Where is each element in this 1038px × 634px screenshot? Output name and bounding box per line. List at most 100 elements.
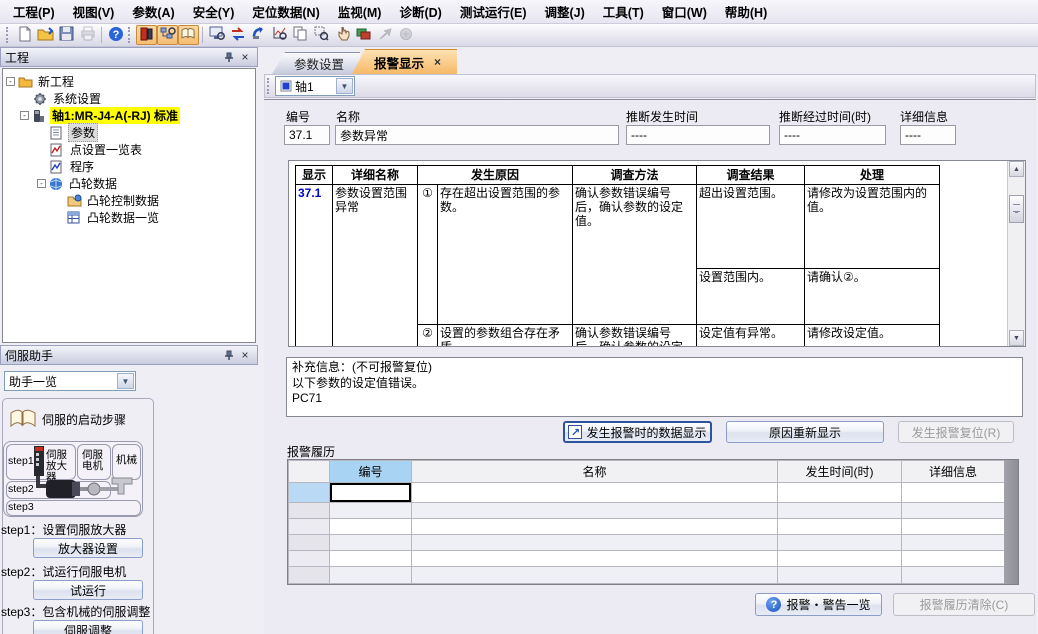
graph-button[interactable] — [269, 25, 290, 45]
collapse-icon[interactable]: - — [37, 179, 46, 188]
axis-toolbar-grip[interactable] — [267, 78, 271, 94]
pointer-tool-button[interactable] — [374, 25, 395, 45]
menu-monitor[interactable]: 监视(M) — [329, 0, 391, 24]
menu-diagnosis[interactable]: 诊断(D) — [390, 0, 450, 24]
servo-assistant-panel: 伺服助手 × 助手一览 ▼ 伺服的启动步骤 step1 step2 step3 … — [0, 345, 258, 634]
project-panel: 工程 × - 新工程 系统设置 - 轴1:MR-J4-A(-RJ) 标准 — [0, 47, 258, 345]
program-icon — [50, 160, 65, 174]
pin-icon[interactable] — [221, 50, 237, 64]
close-panel-icon[interactable]: × — [237, 348, 253, 362]
test-run-button[interactable]: 试运行 — [33, 580, 143, 600]
history-row — [289, 519, 1005, 535]
alarm-table-scrollbar[interactable]: ▲ ▼ — [1007, 161, 1025, 346]
menu-parameter[interactable]: 参数(A) — [123, 0, 183, 24]
tree-item-axis1[interactable]: - 轴1:MR-J4-A(-RJ) 标准 — [3, 107, 255, 124]
graph-search-icon — [272, 26, 288, 44]
project-panel-titlebar: 工程 × — [0, 47, 258, 67]
print-button[interactable] — [77, 25, 98, 45]
row-header[interactable] — [289, 483, 330, 503]
help-button[interactable]: ? — [105, 25, 126, 45]
row-header[interactable] — [289, 535, 330, 551]
save-project-button[interactable] — [56, 25, 77, 45]
alarm-name-field: 参数异常 — [335, 125, 619, 145]
tree-item-program[interactable]: 程序 — [3, 158, 255, 175]
printer-icon — [80, 26, 96, 44]
tree-item-system-settings[interactable]: 系统设置 — [3, 90, 255, 107]
row-header[interactable] — [289, 567, 330, 584]
selected-cell[interactable] — [330, 483, 412, 503]
alarm-reset-button[interactable]: 发生报警复位(R) — [898, 421, 1014, 443]
collapse-icon[interactable]: - — [20, 111, 29, 120]
tab-parameter-setting[interactable]: 参数设置 — [272, 52, 360, 74]
scroll-down-button[interactable]: ▼ — [1009, 330, 1024, 346]
tree-item-cam-data[interactable]: - 凸轮数据 — [3, 175, 255, 192]
tree-item-cam-data-list[interactable]: 凸轮数据一览 — [3, 209, 255, 226]
axis-selector[interactable]: 轴1 ▼ — [275, 76, 355, 96]
pin-icon[interactable] — [221, 348, 237, 362]
menu-adjustment[interactable]: 调整(J) — [536, 0, 594, 24]
menu-safety[interactable]: 安全(Y) — [184, 0, 244, 24]
tree-item-parameters[interactable]: 参数 — [3, 124, 255, 141]
read-write-button[interactable] — [227, 25, 248, 45]
zoom-select-button[interactable] — [311, 25, 332, 45]
amplifier-setting-toggle[interactable] — [136, 25, 157, 45]
menu-view[interactable]: 视图(V) — [64, 0, 124, 24]
detail-info-field: ---- — [900, 125, 956, 145]
monitor-display-button[interactable] — [206, 25, 227, 45]
col-detail-name: 详细名称 — [333, 166, 418, 185]
new-project-button[interactable] — [14, 25, 35, 45]
pan-tool-button[interactable] — [395, 25, 416, 45]
alarm-warning-list-button[interactable]: ? 报警・警告一览 — [755, 593, 882, 616]
axis-rotate-icon — [251, 26, 267, 44]
row-header[interactable] — [289, 519, 330, 535]
history-scrollbar-strip[interactable] — [1004, 460, 1018, 584]
history-corner-header — [289, 461, 330, 483]
collapse-icon[interactable]: - — [6, 77, 15, 86]
tree-item-point-table[interactable]: 点设置一览表 — [3, 141, 255, 158]
menu-help[interactable]: 帮助(H) — [716, 0, 776, 24]
cell-cause2-no: ② — [418, 325, 438, 348]
document-tabbar: 参数设置 报警显示 × — [262, 47, 1038, 74]
project-tree-toggle[interactable] — [157, 25, 178, 45]
help-icon: ? — [108, 26, 124, 45]
scroll-up-button[interactable]: ▲ — [1009, 161, 1024, 177]
cause-redisplay-button[interactable]: 原因重新显示 — [726, 421, 884, 443]
row-header[interactable] — [289, 551, 330, 567]
close-tab-icon[interactable]: × — [434, 55, 441, 69]
tree-item-new-project[interactable]: - 新工程 — [3, 73, 255, 90]
folder-icon — [18, 75, 33, 89]
alarm-display-content: 编号 名称 推断发生时间 推断经过时间(时) 详细信息 37.1 参数异常 --… — [264, 99, 1036, 634]
servo-assistant-toggle[interactable] — [178, 25, 199, 45]
menu-window[interactable]: 窗口(W) — [653, 0, 716, 24]
cell-method2: 确认参数错误编号后，确认参数的设定 — [573, 325, 697, 348]
menu-project[interactable]: 工程(P) — [4, 0, 64, 24]
axis-icon — [280, 80, 292, 92]
amplifier-graphic — [32, 446, 46, 478]
history-clear-button[interactable]: 报警履历清除(C) — [893, 593, 1035, 616]
assistant-dropdown[interactable]: 助手一览 ▼ — [4, 371, 136, 391]
monitor-search-icon — [209, 26, 225, 44]
motor-machine-graphic — [36, 476, 140, 502]
alarm-name-label: 名称 — [336, 108, 360, 125]
menu-positioning-data[interactable]: 定位数据(N) — [243, 0, 328, 24]
toolbar-grip2[interactable] — [128, 27, 132, 43]
tab-alarm-display[interactable]: 报警显示 × — [352, 49, 457, 74]
scroll-thumb[interactable] — [1009, 195, 1024, 223]
copy-data-button[interactable] — [290, 25, 311, 45]
toolbar-grip[interactable] — [6, 27, 10, 43]
amplifier-setting-button[interactable]: 放大器设置 — [33, 538, 143, 558]
servo-adjustment-button[interactable]: 伺服调整 — [33, 620, 143, 634]
axis-operation-button[interactable] — [248, 25, 269, 45]
multi-window-button[interactable] — [353, 25, 374, 45]
chevron-down-icon[interactable]: ▼ — [117, 373, 134, 389]
touch-operation-button[interactable] — [332, 25, 353, 45]
chevron-down-icon[interactable]: ▼ — [336, 78, 353, 94]
menu-test-run[interactable]: 测试运行(E) — [451, 0, 536, 24]
tree-item-cam-control-data[interactable]: 凸轮控制数据 — [3, 192, 255, 209]
step1-label: step1：设置伺服放大器 — [1, 521, 126, 538]
data-display-on-alarm-button[interactable]: ↗ 发生报警时的数据显示 — [563, 421, 712, 443]
row-header[interactable] — [289, 503, 330, 519]
menu-tools[interactable]: 工具(T) — [594, 0, 653, 24]
close-panel-icon[interactable]: × — [237, 50, 253, 64]
open-project-button[interactable] — [35, 25, 56, 45]
